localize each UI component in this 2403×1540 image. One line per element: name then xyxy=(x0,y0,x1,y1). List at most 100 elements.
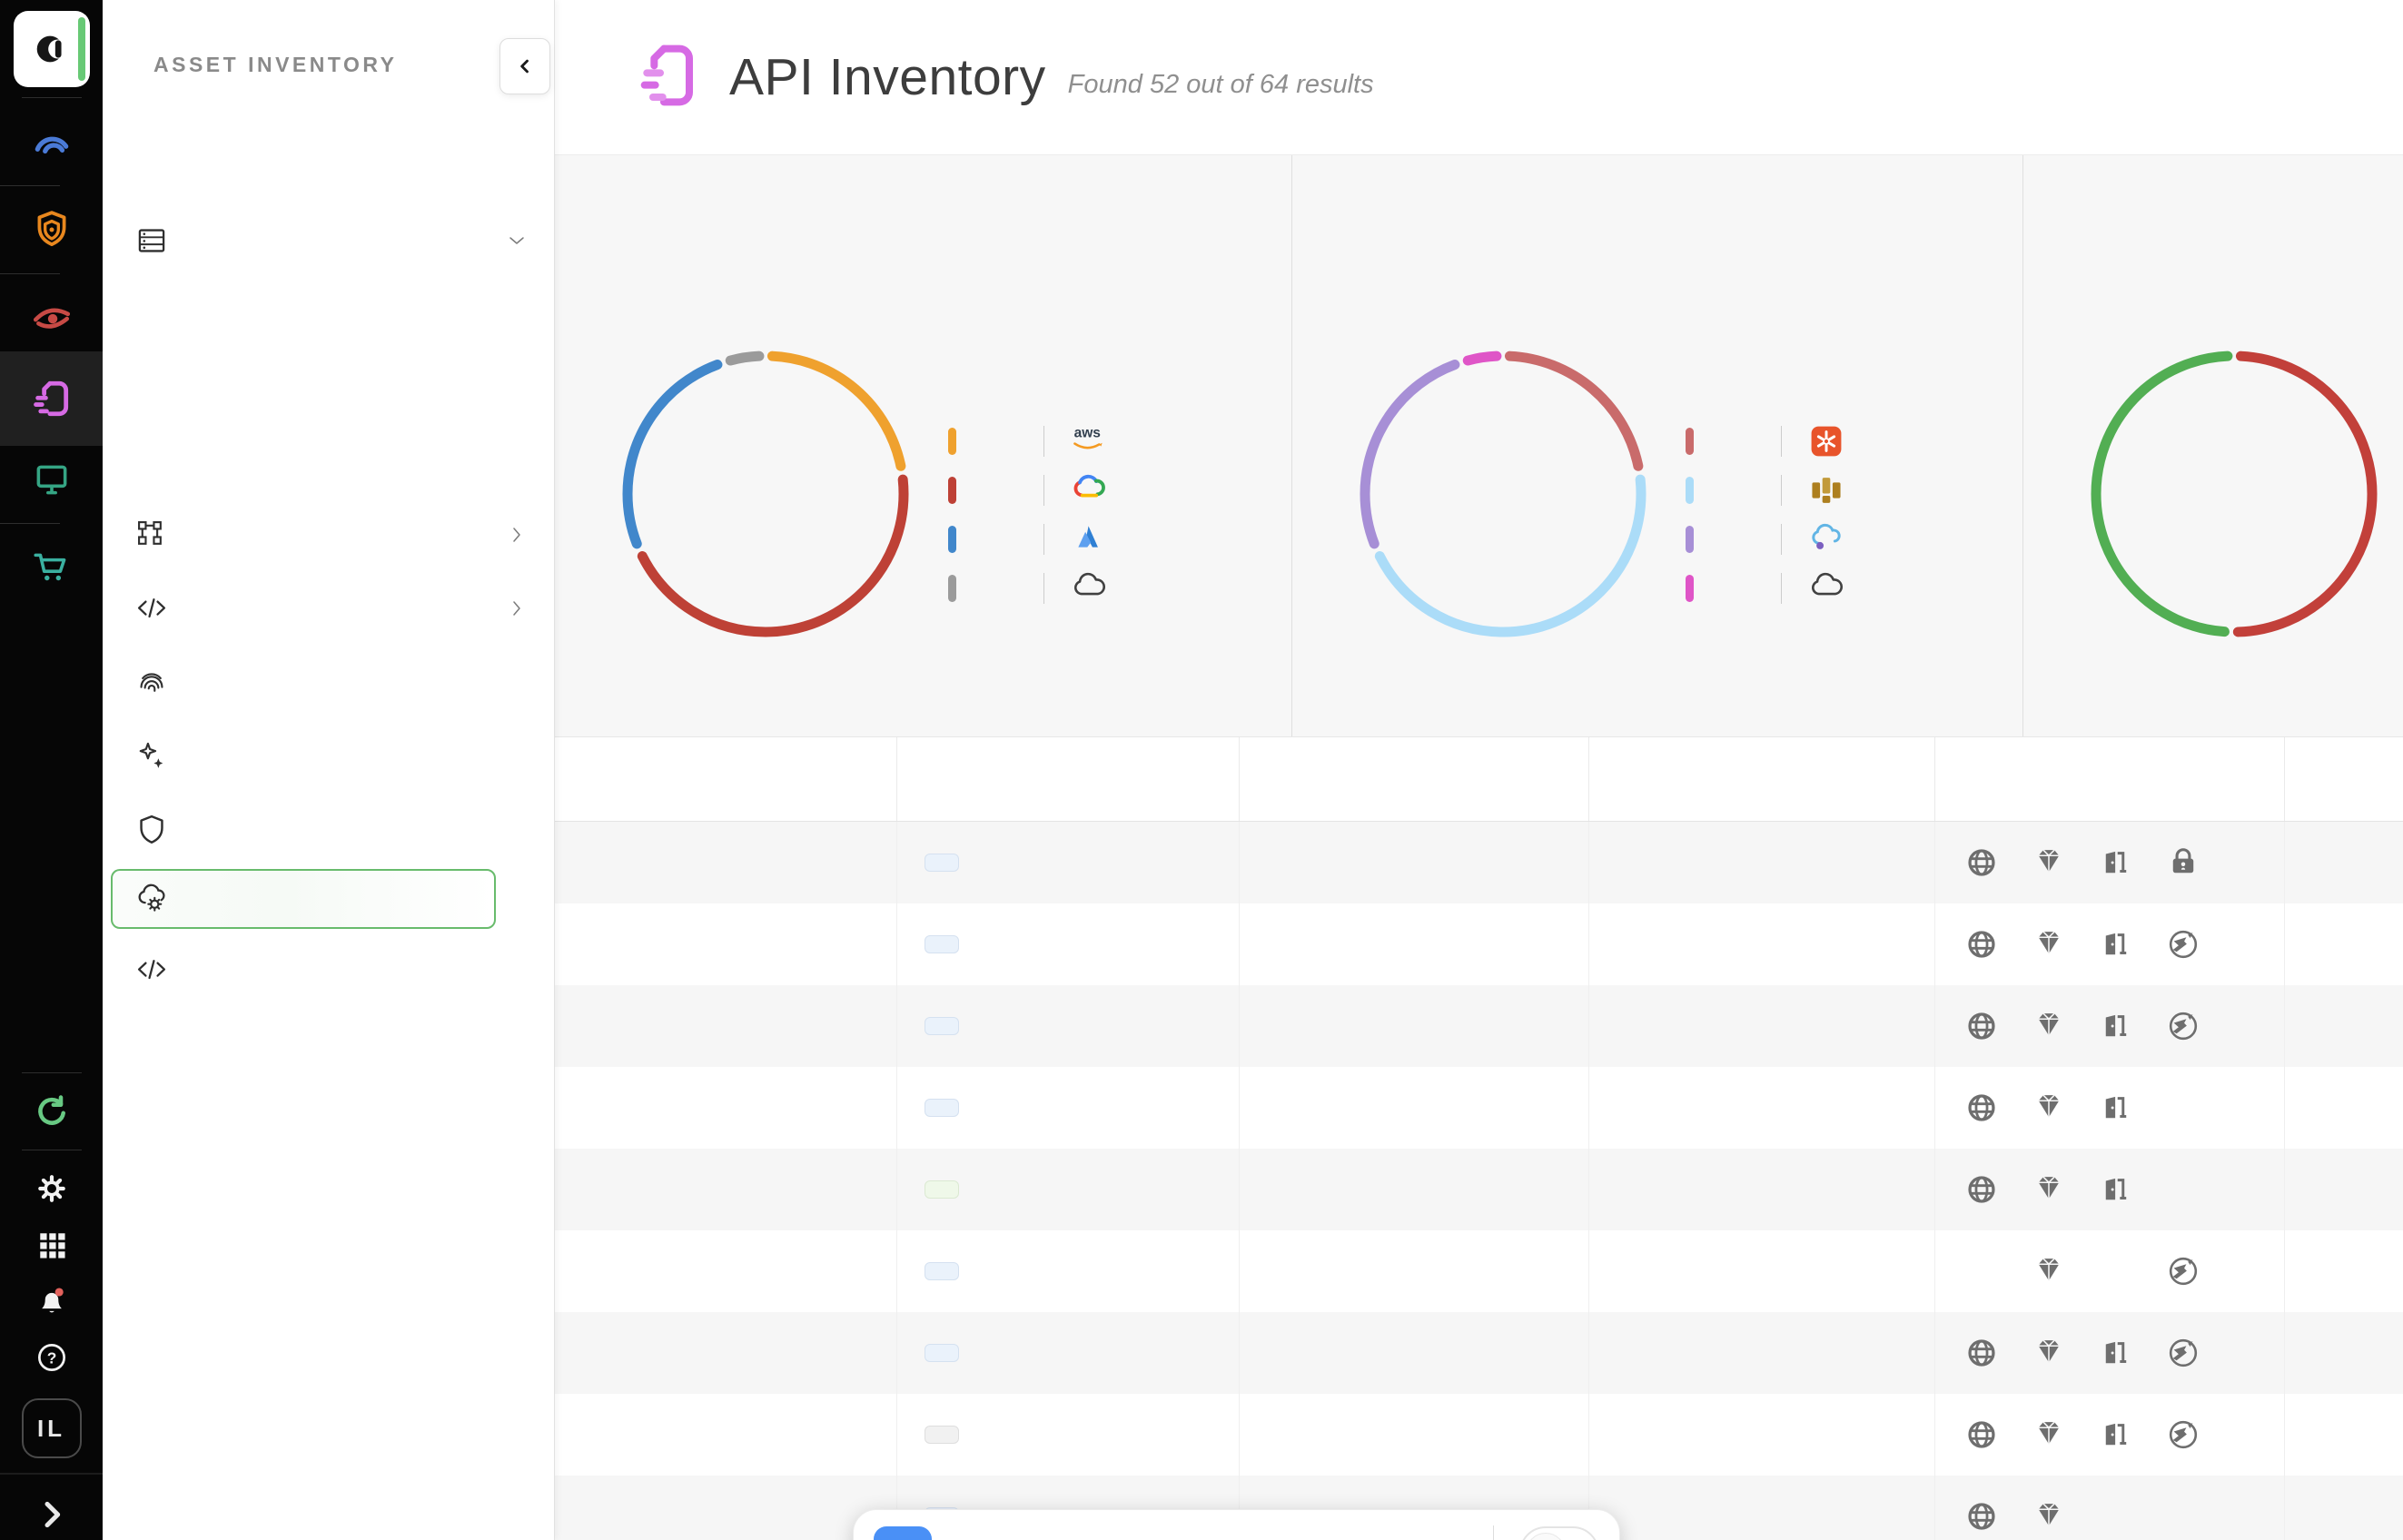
toolbar-action-4[interactable] xyxy=(1193,1535,1230,1540)
globe-icon xyxy=(1964,927,1999,962)
sidebar-item-network[interactable] xyxy=(103,498,554,571)
diamond-icon xyxy=(2032,1172,2066,1207)
legend-item-apim[interactable] xyxy=(1686,515,1860,564)
lock-icon xyxy=(2166,845,2200,880)
toolbar-action-3[interactable] xyxy=(1119,1535,1155,1540)
rail-item-arcs[interactable] xyxy=(0,108,103,175)
table-row[interactable] xyxy=(555,1149,2403,1230)
rail-item-gear[interactable] xyxy=(0,1160,103,1217)
chart-legend: aws xyxy=(948,417,1122,613)
app-logo[interactable] xyxy=(14,11,90,87)
legend-item-apigee[interactable] xyxy=(1686,417,1860,466)
cell-method xyxy=(897,1394,1240,1476)
column-header-server xyxy=(1240,737,1589,821)
table-row[interactable] xyxy=(555,903,2403,985)
sync-icon xyxy=(34,1093,70,1130)
lock-risk xyxy=(2150,845,2217,880)
door-risk xyxy=(2082,1336,2150,1370)
column-header-path xyxy=(555,737,897,821)
rail-item-sync[interactable] xyxy=(0,1083,103,1140)
legend-color-pill xyxy=(948,477,956,504)
sidebar-item-ai[interactable] xyxy=(103,718,554,792)
method-badge xyxy=(925,1262,959,1280)
gcp-icon xyxy=(1070,473,1108,508)
diamond-risk xyxy=(2015,1091,2082,1125)
toolbar-action-1[interactable] xyxy=(970,1535,1006,1540)
cell-risk-factors xyxy=(1935,1067,2285,1149)
apim-icon xyxy=(1807,522,1845,557)
api-doc-icon xyxy=(638,43,697,113)
door-icon xyxy=(2099,1091,2133,1125)
sidebar-item-apis[interactable] xyxy=(111,869,496,929)
table-row[interactable] xyxy=(555,1230,2403,1312)
rail-item-shield-badge[interactable] xyxy=(0,196,103,263)
rail-item-grid[interactable] xyxy=(0,1217,103,1273)
chevron-right-icon[interactable] xyxy=(507,598,527,618)
sidebar-item-data[interactable] xyxy=(103,571,554,645)
cell-risk-factors xyxy=(1935,1312,2285,1394)
table-row[interactable] xyxy=(555,1067,2403,1149)
rail-item-bell[interactable] xyxy=(0,1273,103,1329)
column-header-http-method xyxy=(897,737,1240,821)
cloud-icon xyxy=(1807,571,1845,606)
rail-item-monitor[interactable] xyxy=(0,446,103,513)
expand-rail-button[interactable] xyxy=(0,1495,103,1535)
cell-path xyxy=(555,1312,897,1394)
rail-item-help[interactable]: ? xyxy=(0,1329,103,1386)
sidebar-item-serverless[interactable] xyxy=(103,350,554,424)
logo-accent-stripe xyxy=(78,17,85,81)
floating-toolbar xyxy=(853,1509,1620,1540)
diamond-icon xyxy=(2032,1254,2066,1288)
legend-item-aws-api-[interactable] xyxy=(1686,466,1860,515)
method-badge xyxy=(925,935,959,953)
cell-path xyxy=(555,1067,897,1149)
cell-risk-factors xyxy=(1935,1476,2285,1540)
table-row[interactable] xyxy=(555,1394,2403,1476)
table-row[interactable] xyxy=(555,1312,2403,1394)
rail-item-cart[interactable] xyxy=(0,534,103,601)
door-risk xyxy=(2082,1091,2150,1125)
sidebar-item-code[interactable] xyxy=(103,933,554,1006)
sidebar-item-caas[interactable] xyxy=(103,424,554,498)
legend-item-other[interactable] xyxy=(1686,564,1860,613)
cell-risk-factors xyxy=(1935,1230,2285,1312)
door-icon xyxy=(2099,1417,2133,1452)
chevron-right-icon xyxy=(507,525,527,545)
table-row[interactable] xyxy=(555,822,2403,903)
sidebar-item-security-services[interactable] xyxy=(103,792,554,865)
rail-item-eye[interactable] xyxy=(0,284,103,351)
method-badge xyxy=(925,1017,959,1035)
sidebar-item-identity[interactable] xyxy=(103,645,554,718)
diamond-risk xyxy=(2015,1254,2082,1288)
cell-api-spec xyxy=(2285,985,2403,1067)
sidebar-item-all-assets[interactable] xyxy=(103,130,554,203)
chevron-down-icon[interactable] xyxy=(507,231,527,251)
column-header-inspected xyxy=(1589,737,1935,821)
legend-item-aws[interactable]: aws xyxy=(948,417,1122,466)
door-risk xyxy=(2082,845,2150,880)
card-apis-per-service xyxy=(1291,155,2023,736)
avatar[interactable]: IL xyxy=(22,1398,82,1458)
api-doc-icon xyxy=(31,378,73,420)
rail-item-api-doc[interactable] xyxy=(0,351,103,446)
toolbar-primary-button[interactable] xyxy=(874,1526,932,1540)
diamond-risk xyxy=(2015,845,2082,880)
toolbar-toggle[interactable] xyxy=(1519,1526,1599,1540)
toolbar-action-2[interactable] xyxy=(1044,1535,1081,1540)
chevron-left-icon xyxy=(516,57,534,75)
sidebar-item-k8s[interactable] xyxy=(103,277,554,350)
globe-risk xyxy=(1948,1336,2015,1370)
gear-icon xyxy=(34,1170,70,1207)
legend-item-gcp[interactable] xyxy=(948,466,1122,515)
legend-item-other[interactable] xyxy=(948,564,1122,613)
cell-api-spec xyxy=(2285,1312,2403,1394)
legend-item-azure[interactable] xyxy=(948,515,1122,564)
toolbar-action-5[interactable] xyxy=(1268,1535,1304,1540)
table-row[interactable] xyxy=(555,985,2403,1067)
sidebar-item-compute[interactable] xyxy=(103,203,554,277)
diamond-icon xyxy=(2032,927,2066,962)
collapse-nav-button[interactable] xyxy=(499,38,550,94)
monitor-icon xyxy=(31,459,73,500)
globe-icon xyxy=(1964,1009,1999,1043)
chevron-right-icon[interactable] xyxy=(507,525,527,545)
